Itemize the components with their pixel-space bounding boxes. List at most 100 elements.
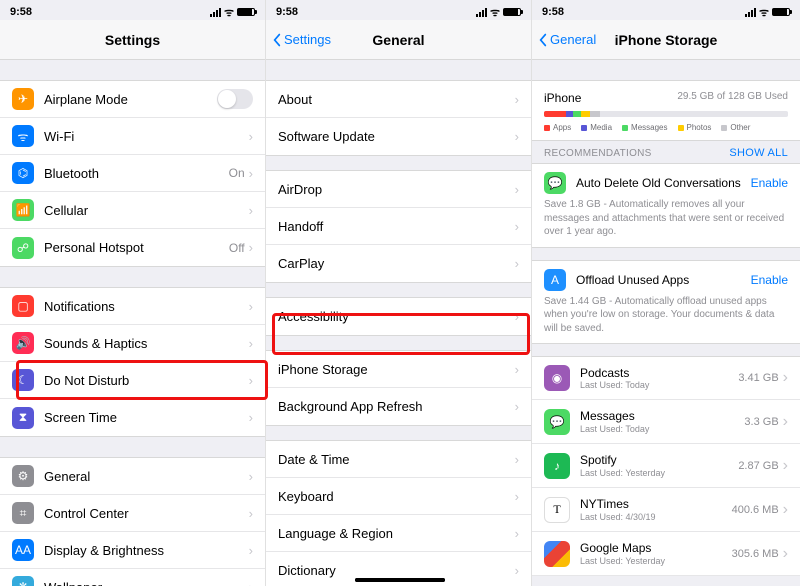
page-title: General bbox=[372, 32, 424, 48]
row-keyboard[interactable]: Keyboard› bbox=[266, 478, 531, 515]
app-row-googlemaps[interactable]: Google MapsLast Used: Yesterday 305.6 MB… bbox=[532, 532, 800, 576]
row-general[interactable]: ⚙ General › bbox=[0, 458, 265, 495]
row-screentime[interactable]: ⧗ Screen Time › bbox=[0, 399, 265, 436]
switches-icon: ⌗ bbox=[12, 502, 34, 524]
storage-pane: 9:58 ᯤ General iPhone Storage iPhone 29.… bbox=[532, 0, 800, 586]
bluetooth-icon: ⌬ bbox=[12, 162, 34, 184]
row-accessibility[interactable]: Accessibility› bbox=[266, 298, 531, 335]
app-row-podcasts[interactable]: ◉ PodcastsLast Used: Today 3.41 GB› bbox=[532, 356, 800, 400]
wifi-row-icon: ᯤ bbox=[12, 125, 34, 147]
row-airplane-mode[interactable]: ✈ Airplane Mode bbox=[0, 81, 265, 118]
chevron-right-icon: › bbox=[783, 369, 788, 387]
device-label: iPhone bbox=[544, 91, 581, 105]
row-about[interactable]: About› bbox=[266, 81, 531, 118]
chevron-right-icon: › bbox=[249, 373, 253, 388]
nytimes-icon: T bbox=[544, 497, 570, 523]
row-handoff[interactable]: Handoff› bbox=[266, 208, 531, 245]
nav-bar: General iPhone Storage bbox=[532, 20, 800, 60]
chevron-right-icon: › bbox=[249, 543, 253, 558]
storage-used-text: 29.5 GB of 128 GB Used bbox=[677, 91, 788, 105]
hourglass-icon: ⧗ bbox=[12, 407, 34, 429]
appstore-icon: A bbox=[544, 269, 566, 291]
row-airdrop[interactable]: AirDrop› bbox=[266, 171, 531, 208]
bar-apps bbox=[544, 111, 566, 117]
battery-icon bbox=[237, 8, 255, 16]
cellular-icon: 📶 bbox=[12, 199, 34, 221]
googlemaps-icon bbox=[544, 541, 570, 567]
rec-offload[interactable]: A Offload Unused Apps Enable Save 1.44 G… bbox=[532, 260, 800, 345]
nav-bar: Settings bbox=[0, 20, 265, 60]
row-control-center[interactable]: ⌗ Control Center › bbox=[0, 495, 265, 532]
back-button[interactable]: General bbox=[538, 32, 596, 47]
chevron-left-icon bbox=[538, 33, 548, 47]
row-software-update[interactable]: Software Update› bbox=[266, 118, 531, 155]
airplane-switch[interactable] bbox=[217, 89, 253, 109]
sounds-icon: 🔊 bbox=[12, 332, 34, 354]
airplane-icon: ✈ bbox=[12, 88, 34, 110]
row-hotspot[interactable]: ☍ Personal Hotspot Off › bbox=[0, 229, 265, 266]
row-sounds[interactable]: 🔊 Sounds & Haptics › bbox=[0, 325, 265, 362]
chevron-right-icon: › bbox=[249, 469, 253, 484]
chevron-right-icon: › bbox=[249, 299, 253, 314]
row-display[interactable]: AA Display & Brightness › bbox=[0, 532, 265, 569]
row-dnd[interactable]: ☾ Do Not Disturb › bbox=[0, 362, 265, 399]
brightness-icon: AA bbox=[12, 539, 34, 561]
chevron-right-icon: › bbox=[515, 489, 519, 504]
settings-pane: 9:58 ᯤ Settings ✈ Airplane Mode ᯤ Wi-Fi … bbox=[0, 0, 266, 586]
chevron-right-icon: › bbox=[249, 506, 253, 521]
messages-app-icon: 💬 bbox=[544, 409, 570, 435]
chevron-right-icon: › bbox=[515, 362, 519, 377]
status-bar: 9:58 ᯤ bbox=[532, 0, 800, 20]
row-bg-refresh[interactable]: Background App Refresh› bbox=[266, 388, 531, 425]
storage-summary: iPhone 29.5 GB of 128 GB Used Apps Media… bbox=[532, 80, 800, 141]
row-wallpaper[interactable]: ❋ Wallpaper › bbox=[0, 569, 265, 586]
chevron-right-icon: › bbox=[249, 336, 253, 351]
status-time: 9:58 bbox=[542, 6, 564, 18]
chevron-right-icon: › bbox=[515, 399, 519, 414]
app-row-messages[interactable]: 💬 MessagesLast Used: Today 3.3 GB› bbox=[532, 400, 800, 444]
bar-media bbox=[566, 111, 573, 117]
status-time: 9:58 bbox=[276, 6, 298, 18]
storage-legend: Apps Media Messages Photos Other bbox=[544, 123, 788, 132]
chevron-right-icon: › bbox=[515, 563, 519, 578]
row-language[interactable]: Language & Region› bbox=[266, 515, 531, 552]
chevron-right-icon: › bbox=[515, 129, 519, 144]
app-list: ◉ PodcastsLast Used: Today 3.41 GB› 💬 Me… bbox=[532, 356, 800, 576]
row-notifications[interactable]: ▢ Notifications › bbox=[0, 288, 265, 325]
wifi-icon: ᯤ bbox=[759, 5, 769, 20]
signal-icon bbox=[210, 8, 221, 17]
status-bar: 9:58 ᯤ bbox=[0, 0, 265, 20]
wifi-icon: ᯤ bbox=[224, 5, 234, 20]
gear-icon: ⚙ bbox=[12, 465, 34, 487]
bar-messages bbox=[573, 111, 580, 117]
chevron-right-icon: › bbox=[783, 413, 788, 431]
rec-auto-delete[interactable]: 💬 Auto Delete Old Conversations Enable S… bbox=[532, 163, 800, 248]
row-bluetooth[interactable]: ⌬ Bluetooth On › bbox=[0, 155, 265, 192]
row-datetime[interactable]: Date & Time› bbox=[266, 441, 531, 478]
chevron-right-icon: › bbox=[783, 545, 788, 563]
app-row-nytimes[interactable]: T NYTimesLast Used: 4/30/19 400.6 MB› bbox=[532, 488, 800, 532]
home-indicator[interactable] bbox=[355, 578, 445, 582]
hotspot-icon: ☍ bbox=[12, 237, 34, 259]
chevron-right-icon: › bbox=[515, 309, 519, 324]
chevron-right-icon: › bbox=[249, 129, 253, 144]
enable-link[interactable]: Enable bbox=[751, 176, 788, 190]
storage-bar bbox=[544, 111, 788, 117]
bar-other bbox=[590, 111, 600, 117]
wallpaper-icon: ❋ bbox=[12, 576, 34, 586]
enable-link[interactable]: Enable bbox=[751, 273, 788, 287]
spotify-icon: ♪ bbox=[544, 453, 570, 479]
back-button[interactable]: Settings bbox=[272, 32, 331, 47]
battery-icon bbox=[503, 8, 521, 16]
app-row-spotify[interactable]: ♪ SpotifyLast Used: Yesterday 2.87 GB› bbox=[532, 444, 800, 488]
chevron-right-icon: › bbox=[783, 457, 788, 475]
row-wifi[interactable]: ᯤ Wi-Fi › bbox=[0, 118, 265, 155]
row-iphone-storage[interactable]: iPhone Storage› bbox=[266, 351, 531, 388]
status-time: 9:58 bbox=[10, 6, 32, 18]
chevron-right-icon: › bbox=[515, 182, 519, 197]
row-carplay[interactable]: CarPlay› bbox=[266, 245, 531, 282]
show-all-link[interactable]: SHOW ALL bbox=[729, 147, 788, 159]
chevron-right-icon: › bbox=[249, 240, 253, 255]
status-bar: 9:58 ᯤ bbox=[266, 0, 531, 20]
row-cellular[interactable]: 📶 Cellular › bbox=[0, 192, 265, 229]
